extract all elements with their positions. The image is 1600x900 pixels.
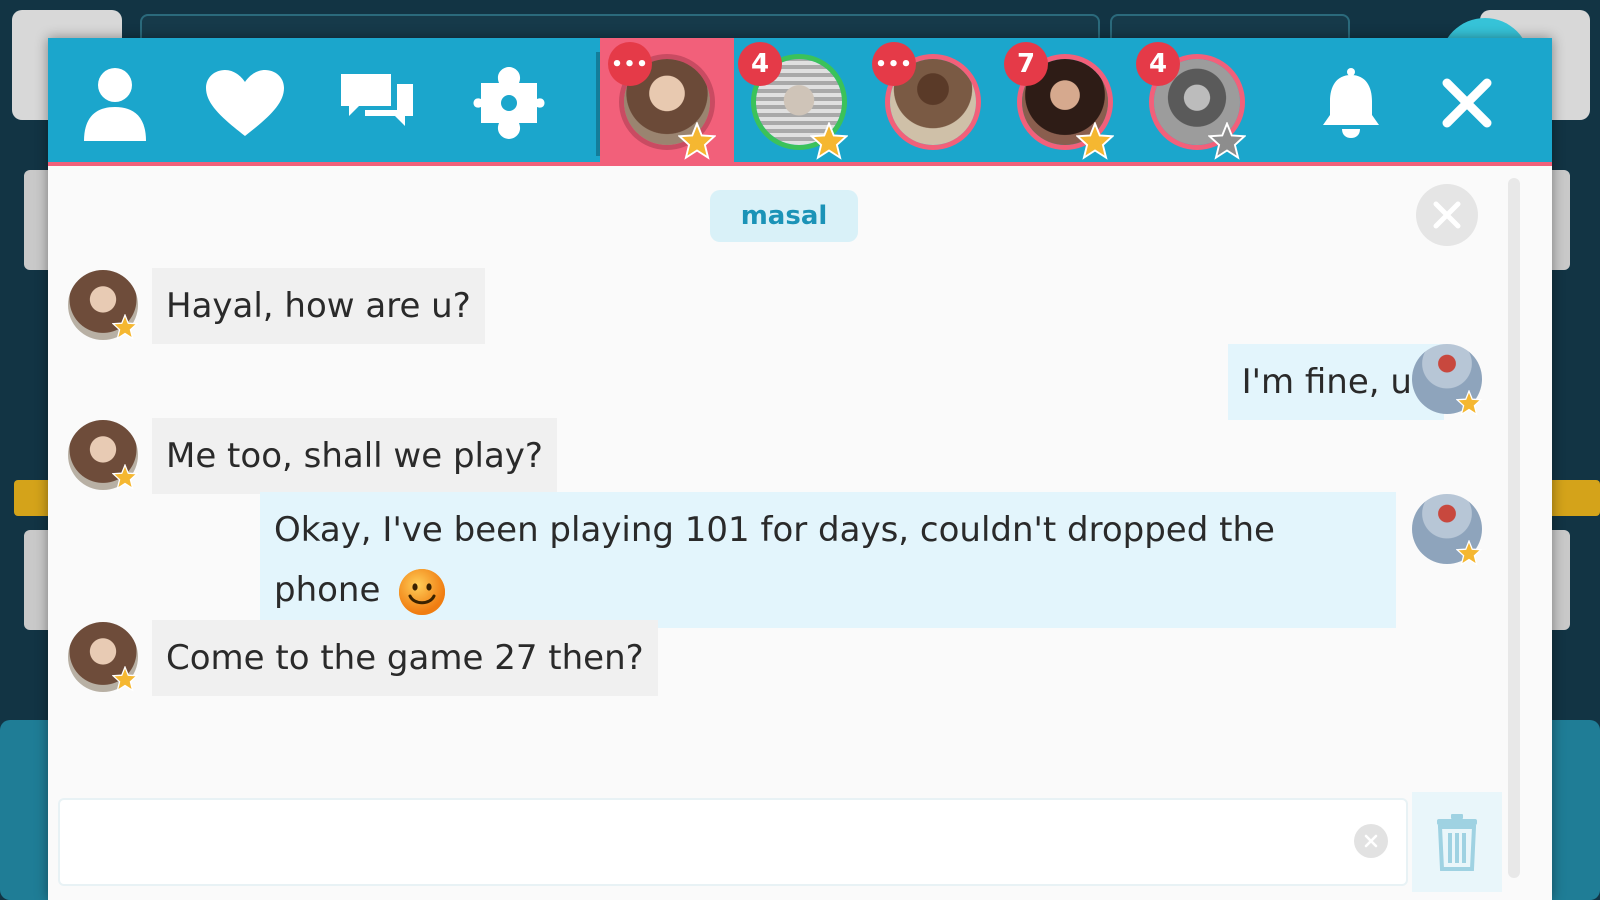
bell-icon <box>1323 68 1379 138</box>
chat-tab-5[interactable]: 4 <box>1130 38 1264 166</box>
chat-tab-2[interactable]: 4 <box>732 38 866 166</box>
chat-tab-4[interactable]: 7 <box>998 38 1132 166</box>
star-icon <box>112 314 138 340</box>
message-input[interactable] <box>60 800 1406 884</box>
smiley-icon <box>399 568 446 615</box>
star-icon <box>112 666 138 692</box>
room-name-pill: masal <box>710 190 858 242</box>
chat-modal: ••• 4 ••• 7 4 masal Hayal, how are u? I'… <box>48 38 1552 900</box>
close-chat-button[interactable] <box>1424 60 1510 146</box>
typing-badge: ••• <box>872 42 916 86</box>
message-input-wrapper <box>58 798 1408 886</box>
notifications-button[interactable] <box>1308 60 1394 146</box>
chat-scrollbar[interactable] <box>1508 178 1520 878</box>
close-icon <box>1442 78 1492 128</box>
close-room-button[interactable] <box>1416 184 1478 246</box>
message-incoming: Hayal, how are u? <box>152 268 485 344</box>
close-icon <box>1433 201 1461 229</box>
trash-icon <box>1437 814 1477 871</box>
puzzle-icon <box>473 67 545 139</box>
star-icon <box>810 122 848 160</box>
unread-badge: 7 <box>1004 42 1048 86</box>
message-line: Okay, I've been playing 101 for days, co… <box>274 510 1275 550</box>
message-line-wrap: phone <box>274 560 1382 620</box>
star-icon <box>678 122 716 160</box>
message-incoming: Me too, shall we play? <box>152 418 557 494</box>
heart-icon <box>206 70 284 136</box>
star-icon <box>1208 122 1246 160</box>
unread-badge: 4 <box>1136 42 1180 86</box>
user-icon <box>84 68 146 141</box>
star-icon <box>1076 122 1114 160</box>
chat-topbar: ••• 4 ••• 7 4 <box>48 38 1552 166</box>
message-outgoing: Okay, I've been playing 101 for days, co… <box>260 492 1396 628</box>
clear-input-button[interactable] <box>1354 824 1388 858</box>
message-line: phone <box>274 570 381 610</box>
star-icon <box>112 464 138 490</box>
star-icon <box>1456 390 1482 416</box>
message-incoming: Come to the game 27 then? <box>152 620 658 696</box>
close-icon <box>1364 834 1378 848</box>
favorites-button[interactable] <box>202 60 288 146</box>
chat-tab-3[interactable]: ••• <box>866 38 1000 166</box>
star-icon <box>1456 540 1482 566</box>
delete-chat-button[interactable] <box>1412 792 1502 892</box>
chat-tab-1[interactable]: ••• <box>600 38 734 166</box>
unread-badge: 4 <box>738 42 782 86</box>
profile-button[interactable] <box>72 60 158 146</box>
messages-button[interactable] <box>334 60 420 146</box>
chat-icon <box>341 74 413 126</box>
games-button[interactable] <box>466 60 552 146</box>
typing-badge: ••• <box>608 42 652 86</box>
